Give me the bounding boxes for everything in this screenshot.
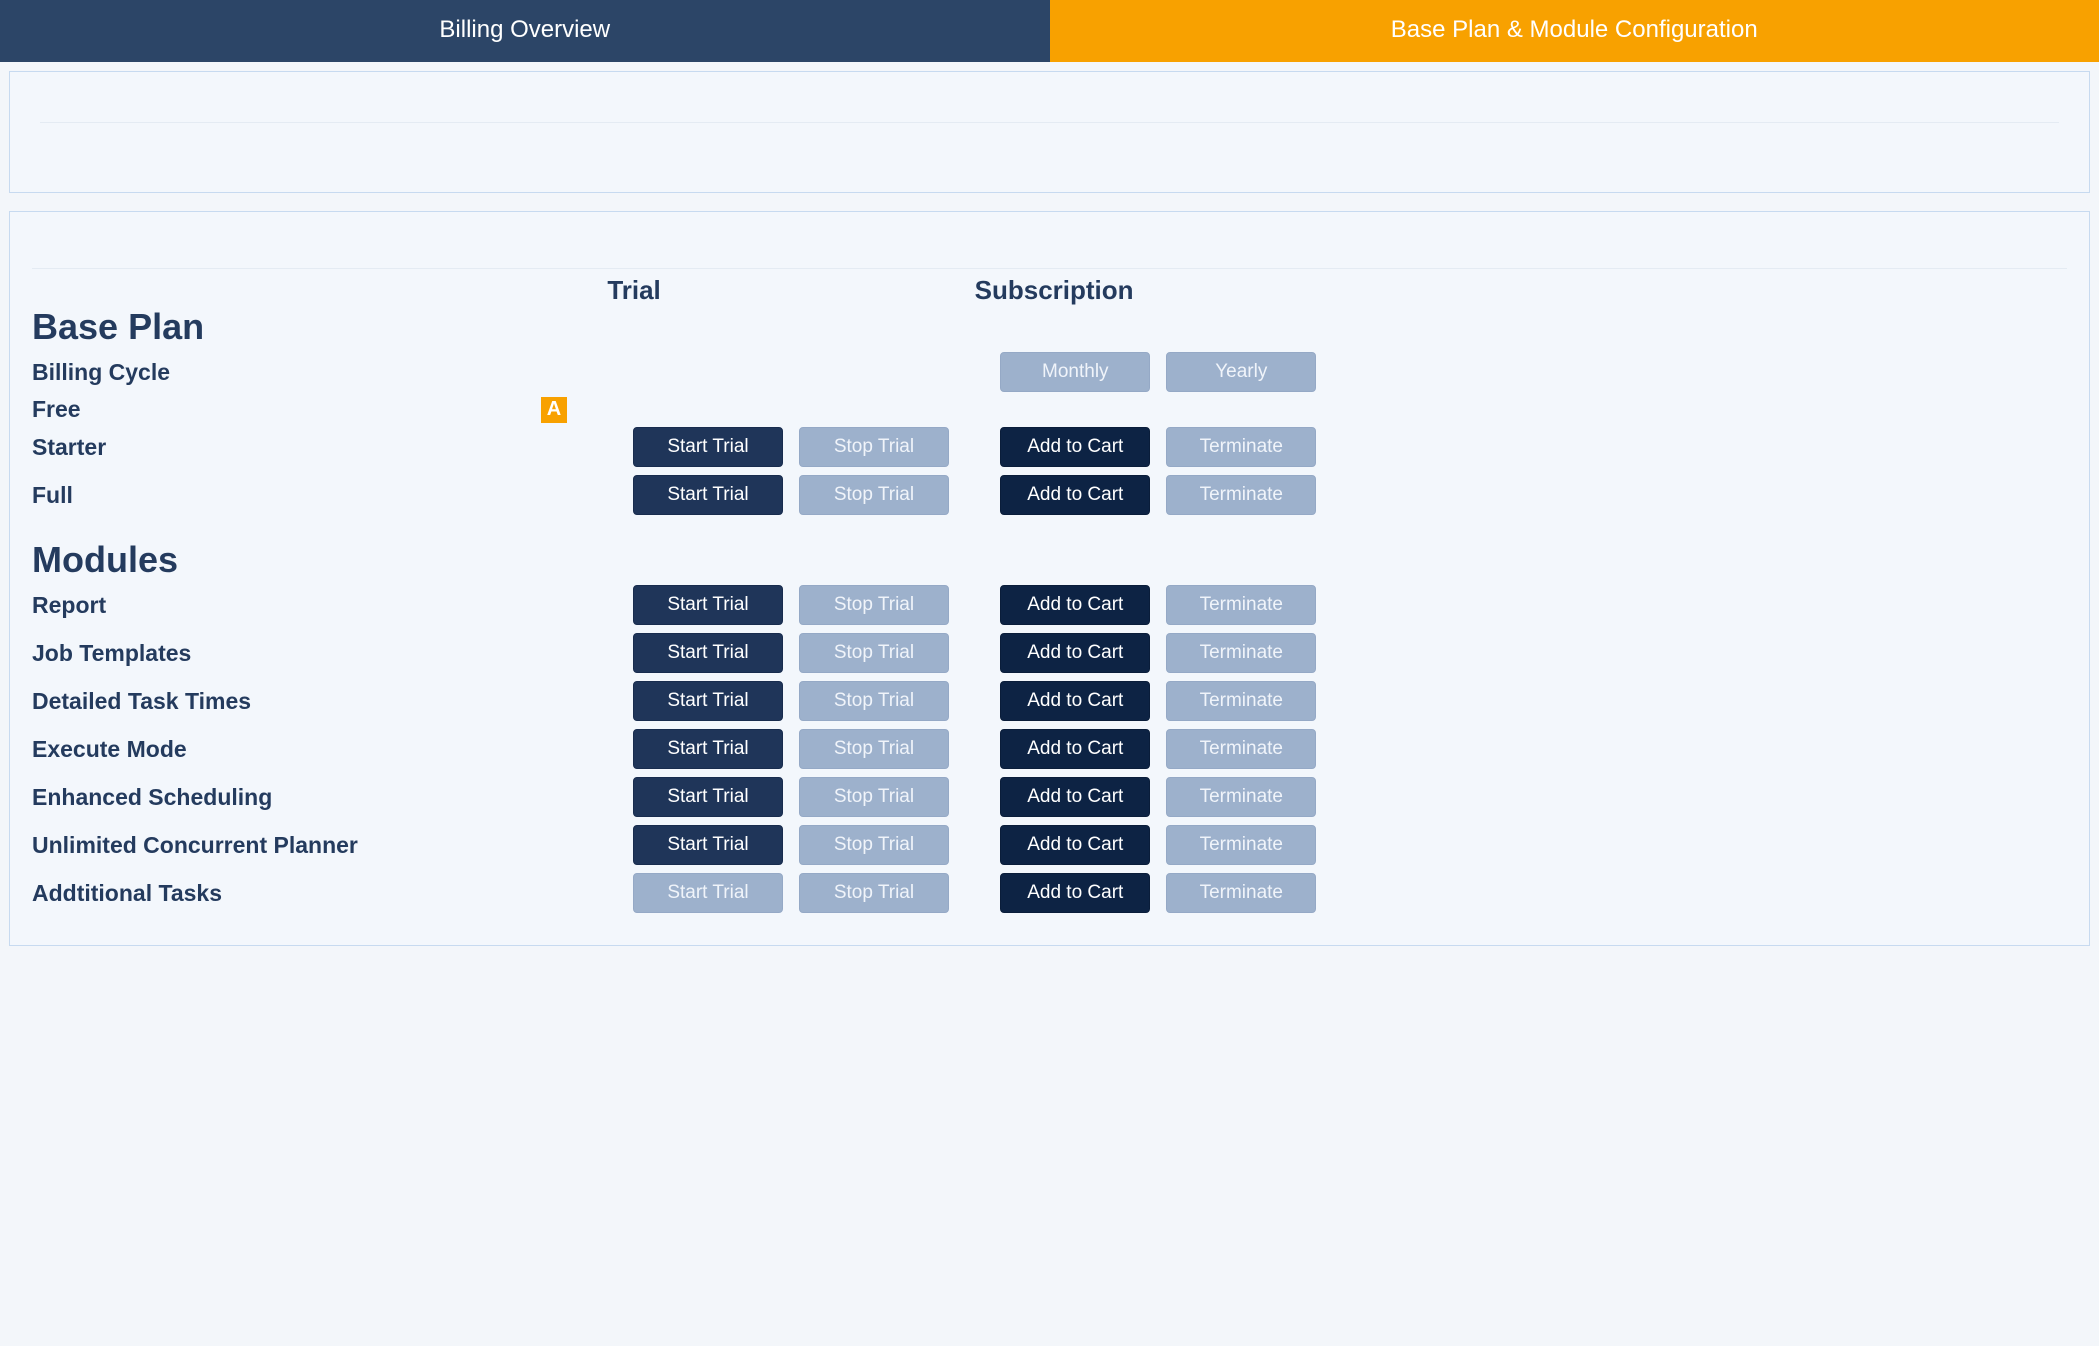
config-panel: Trial Subscription Base Plan Billing Cyc… <box>9 211 2090 946</box>
module-label: Unlimited Concurrent Planner <box>32 821 541 869</box>
module-label: Detailed Task Times <box>32 677 541 725</box>
add-to-cart-button[interactable]: Add to Cart <box>1000 777 1150 817</box>
add-to-cart-button[interactable]: Add to Cart <box>1000 475 1150 515</box>
module-label: Enhanced Scheduling <box>32 773 541 821</box>
start-trial-button[interactable]: Start Trial <box>633 825 783 865</box>
tab-base-plan-config[interactable]: Base Plan & Module Configuration <box>1050 0 2099 62</box>
terminate-button: Terminate <box>1166 681 1316 721</box>
start-trial-button[interactable]: Start Trial <box>633 585 783 625</box>
stop-trial-button: Stop Trial <box>799 825 949 865</box>
active-badge: A <box>541 397 567 423</box>
module-label: Addtitional Tasks <box>32 869 541 917</box>
stop-trial-button: Stop Trial <box>799 777 949 817</box>
module-row-job-templates: Job Templates Start Trial Stop Trial Add to… <box>32 629 1342 677</box>
base-plan-label: Full <box>32 471 541 519</box>
terminate-button: Terminate <box>1166 585 1316 625</box>
summary-panel-body <box>40 122 2059 172</box>
section-heading-base-plan: Base Plan <box>32 306 1342 348</box>
billing-cycle-label: Billing Cycle <box>32 348 541 396</box>
add-to-cart-button[interactable]: Add to Cart <box>1000 633 1150 673</box>
summary-panel <box>9 71 2090 193</box>
add-to-cart-button[interactable]: Add to Cart <box>1000 427 1150 467</box>
module-row-addtitional-tasks: Addtitional Tasks Start Trial Stop Trial Ad… <box>32 869 1342 917</box>
billing-cycle-monthly-button[interactable]: Monthly <box>1000 352 1150 392</box>
stop-trial-button: Stop Trial <box>799 633 949 673</box>
module-row-enhanced-scheduling: Enhanced Scheduling Start Trial Stop Trial… <box>32 773 1342 821</box>
base-plan-row-full: Full Start Trial Stop Trial Add to Cart Term… <box>32 471 1342 519</box>
start-trial-button[interactable]: Start Trial <box>633 427 783 467</box>
module-row-detailed-task-times: Detailed Task Times Start Trial Stop Trial… <box>32 677 1342 725</box>
tab-billing-overview[interactable]: Billing Overview <box>0 0 1050 62</box>
column-header-trial: Trial <box>607 275 974 306</box>
base-plan-label: Starter <box>32 423 541 471</box>
start-trial-button[interactable]: Start Trial <box>633 633 783 673</box>
add-to-cart-button[interactable]: Add to Cart <box>1000 873 1150 913</box>
base-plan-row-free: FreeA <box>32 396 1342 423</box>
terminate-button: Terminate <box>1166 873 1316 913</box>
terminate-button: Terminate <box>1166 729 1316 769</box>
tab-bar: Billing Overview Base Plan & Module Conf… <box>0 0 2099 62</box>
billing-cycle-yearly-button[interactable]: Yearly <box>1166 352 1316 392</box>
start-trial-button[interactable]: Start Trial <box>633 681 783 721</box>
module-row-unlimited-concurrent-planner: Unlimited Concurrent Planner Start Trial S… <box>32 821 1342 869</box>
add-to-cart-button[interactable]: Add to Cart <box>1000 585 1150 625</box>
stop-trial-button: Stop Trial <box>799 427 949 467</box>
terminate-button: Terminate <box>1166 633 1316 673</box>
terminate-button: Terminate <box>1166 427 1316 467</box>
column-header-subscription: Subscription <box>975 275 1342 306</box>
base-plan-label: Free <box>32 396 541 423</box>
terminate-button: Terminate <box>1166 475 1316 515</box>
terminate-button: Terminate <box>1166 825 1316 865</box>
terminate-button: Terminate <box>1166 777 1316 817</box>
stop-trial-button: Stop Trial <box>799 729 949 769</box>
section-heading-modules: Modules <box>32 519 1342 581</box>
add-to-cart-button[interactable]: Add to Cart <box>1000 729 1150 769</box>
module-label: Execute Mode <box>32 725 541 773</box>
module-row-execute-mode: Execute Mode Start Trial Stop Trial Add to … <box>32 725 1342 773</box>
stop-trial-button: Stop Trial <box>799 475 949 515</box>
column-headers: Trial Subscription <box>32 275 1342 306</box>
start-trial-button[interactable]: Start Trial <box>633 475 783 515</box>
base-plan-row-starter: Starter Start Trial Stop Trial Add to Cart T… <box>32 423 1342 471</box>
module-label: Report <box>32 581 541 629</box>
stop-trial-button: Stop Trial <box>799 681 949 721</box>
start-trial-button[interactable]: Start Trial <box>633 729 783 769</box>
start-trial-button: Start Trial <box>633 873 783 913</box>
module-label: Job Templates <box>32 629 541 677</box>
add-to-cart-button[interactable]: Add to Cart <box>1000 825 1150 865</box>
billing-cycle-row: Billing Cycle Monthly Yearly <box>32 348 1342 396</box>
add-to-cart-button[interactable]: Add to Cart <box>1000 681 1150 721</box>
config-table: Trial Subscription Base Plan Billing Cyc… <box>32 275 1342 917</box>
module-row-report: Report Start Trial Stop Trial Add to Cart Te… <box>32 581 1342 629</box>
stop-trial-button: Stop Trial <box>799 873 949 913</box>
stop-trial-button: Stop Trial <box>799 585 949 625</box>
start-trial-button[interactable]: Start Trial <box>633 777 783 817</box>
